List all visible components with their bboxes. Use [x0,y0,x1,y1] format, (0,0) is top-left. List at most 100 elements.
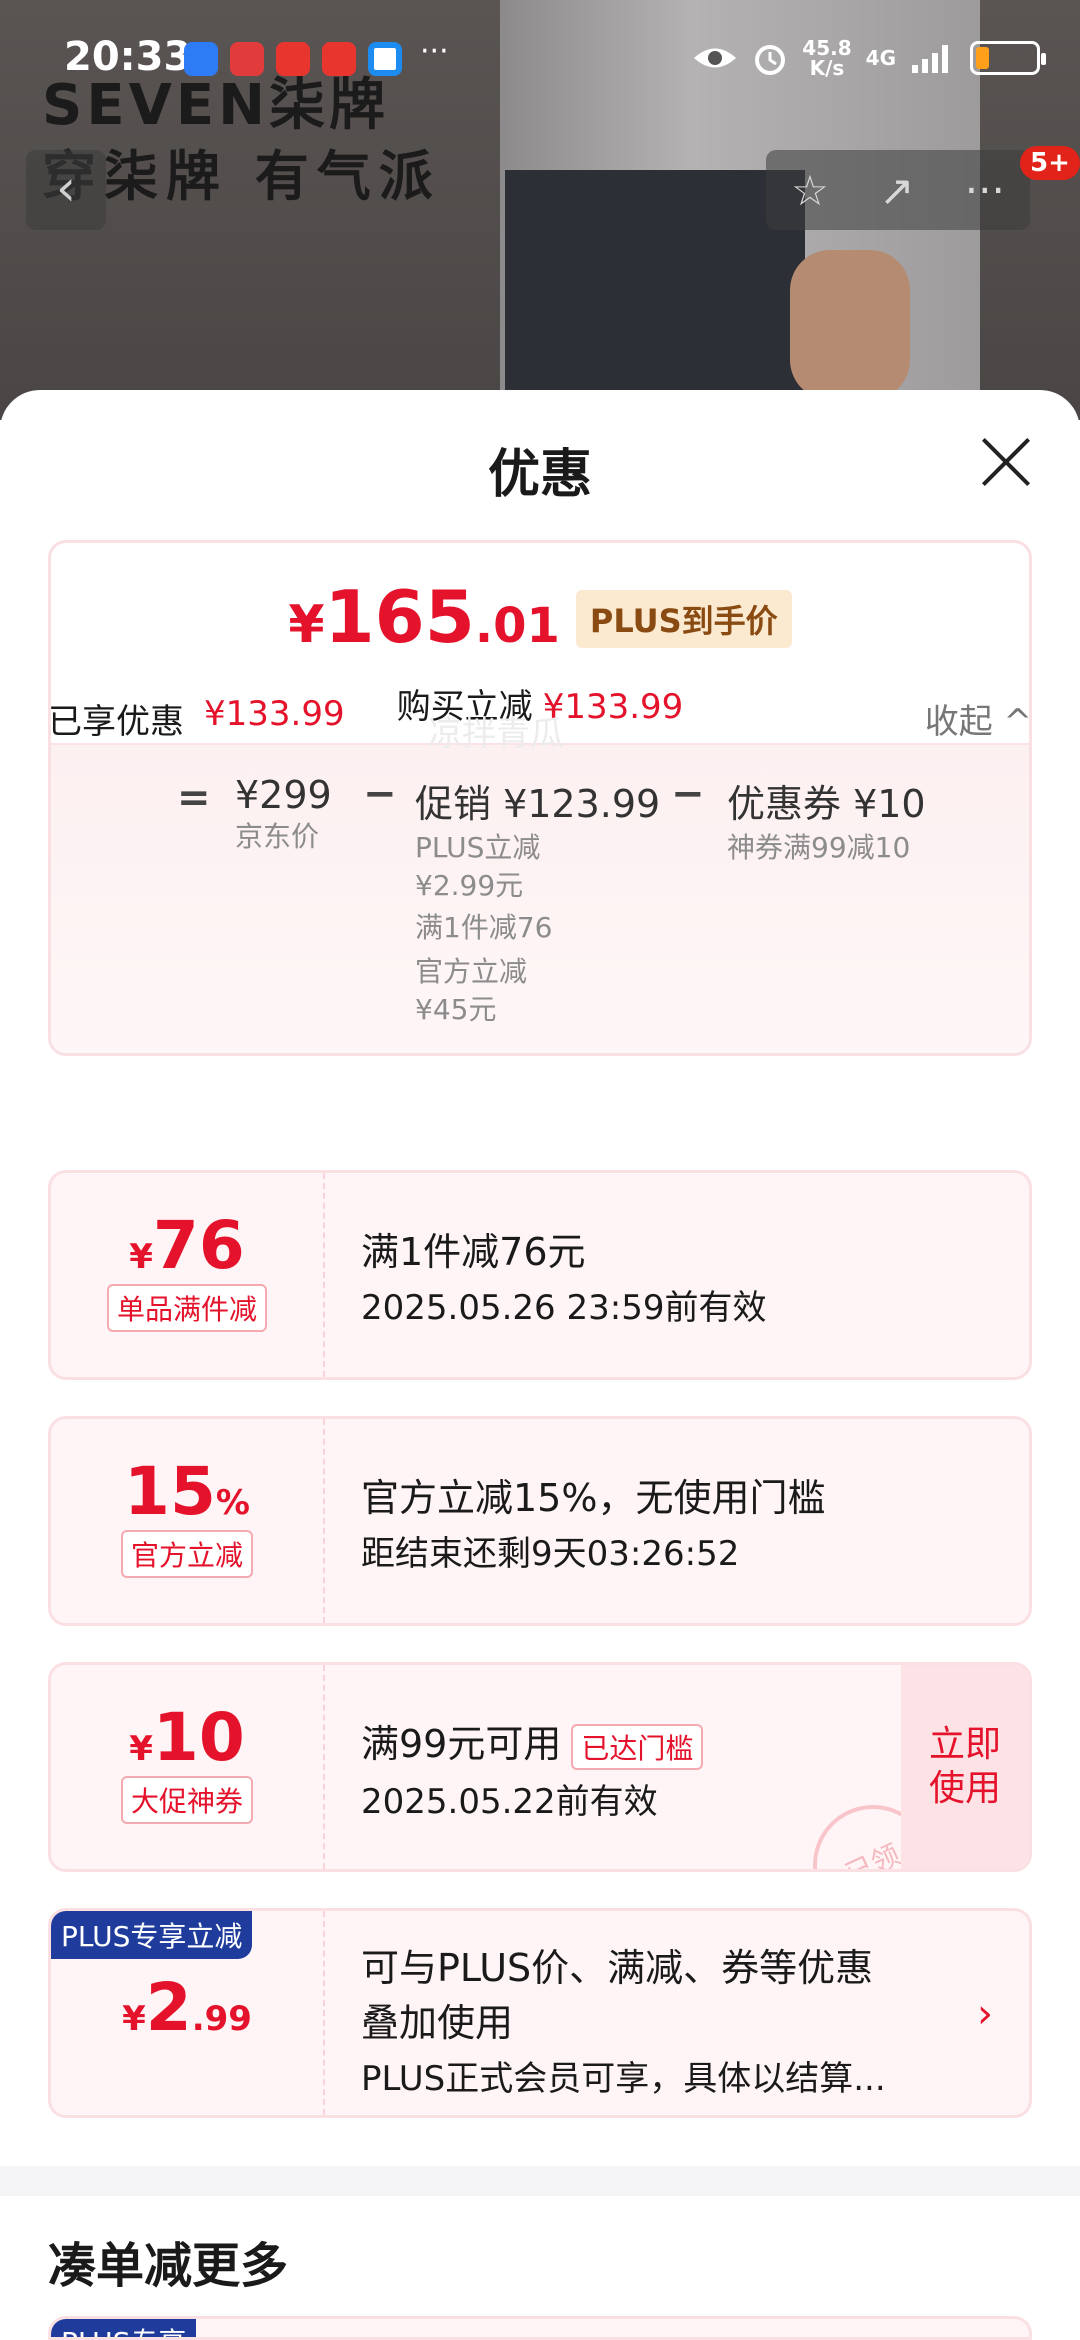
amount-currency: ¥ [129,1237,153,1277]
amount-decimal: .99 [191,1999,252,2039]
card-title: 官方立减15%，无使用门槛 [361,1476,826,1520]
card-type-tag: 大促神券 [120,1776,253,1824]
battery-icon [970,41,1046,75]
jd-price-label: 京东价 [235,820,320,853]
message-badge: 5+ [1020,146,1080,180]
coupon-desc: 神券满99减10 [727,831,911,864]
card-subtitle: 2025.05.26 23:59前有效 [361,1288,767,1328]
section-separator [0,2166,1080,2196]
amount-currency: ¥ [122,1999,146,2039]
card-divider [323,1665,325,1869]
card-amount: ¥10 [51,1699,323,1776]
favorite-star-icon[interactable]: ☆ [791,166,829,215]
enjoyed-label: 已享优惠 [48,702,184,742]
coupon-condition: 满99元可用 [361,1722,562,1766]
notification-icons [184,42,402,76]
pants-graphic [505,170,805,420]
discount-card[interactable]: ¥76 单品满件减 满1件减76元 2025.05.26 23:59前有效 [48,1170,1032,1380]
amount-value: 10 [152,1699,245,1776]
top-action-group: ☆ ↗ ··· [766,150,1030,230]
promo-item: ¥2.99元 [415,869,524,902]
promo-item: ¥45元 [415,993,497,1026]
card-amount-area: 15% 官方立减 [51,1419,323,1623]
chevron-right-icon: › [977,1991,993,2037]
more-notifications-icon: ··· [420,34,449,69]
coupon-card: ¥10 大促神券 满99元可用 已达门槛 2025.05.22前有效 已领 立即 … [48,1662,1032,1872]
card-amount-area: ¥10 大促神券 [51,1665,323,1869]
card-title: 可与PLUS价、满减、券等优惠 [361,1946,874,1990]
final-price: ¥ 165 .01 PLUS到手价 [51,575,1029,659]
promo-item: 满1件减76 [415,911,553,944]
more-discount-card[interactable]: PLUS专享 [48,2316,1032,2340]
card-divider [323,1419,325,1623]
price-currency: ¥ [288,595,325,655]
minus-sign: − [363,771,397,817]
jd-price-block: ¥299 京东价 [235,773,332,857]
plus-discount-card[interactable]: PLUS专享立减 ¥2.99 可与PLUS价、满减、券等优惠 叠加使用 PLUS… [48,1908,1032,2118]
card-title: 满1件减76元 [361,1230,586,1274]
card-amount: 15% [51,1453,323,1530]
card-divider [323,1173,325,1377]
minus-sign: − [671,771,705,817]
amount-value: 76 [152,1207,245,1284]
amount-value: 15 [124,1453,216,1530]
card-details: 满99元可用 已达门槛 2025.05.22前有效 [361,1713,704,1823]
status-time: 20:33 [64,34,192,80]
promo-item: PLUS立减 [415,831,541,864]
hand-graphic [790,250,910,400]
plus-exclusive-corner: PLUS专享 [51,2319,197,2337]
coupon-total: 优惠券 ¥10 [727,782,926,826]
promo-total: 促销 ¥123.99 [415,782,661,826]
clock-app-icon [184,42,218,76]
discount-card[interactable]: 15% 官方立减 官方立减15%，无使用门槛 距结束还剩9天03:26:52 [48,1416,1032,1626]
card-amount: ¥2.99 [51,1969,323,2046]
price-summary-box: ¥ 165 .01 PLUS到手价 购买立减 ¥133.99 = ¥299 京东价… [48,540,1032,1056]
card-subtitle: 距结束还剩9天03:26:52 [361,1534,740,1574]
card-details: 可与PLUS价、满减、券等优惠 叠加使用 PLUS正式会员可享，具体以结算... [361,1937,886,2100]
red-app-icon [322,42,356,76]
amount-unit: % [215,1483,250,1523]
card-details: 满1件减76元 2025.05.26 23:59前有效 [361,1221,766,1329]
collapse-button[interactable]: 收起 ^ [925,694,1032,743]
coupon-block: 优惠券 ¥10 神券满99减10 [727,773,926,868]
card-amount: ¥76 [51,1207,323,1284]
threshold-met-tag: 已达门槛 [571,1723,704,1770]
eye-icon [694,48,737,68]
price-integer: 165 [324,575,475,659]
card-title: 满99元可用 已达门槛 [361,1713,704,1770]
watermark-text: 凉拌青瓜 [428,714,564,754]
card-amount-area: ¥76 单品满件减 [51,1173,323,1377]
alarm-icon [755,45,786,75]
card-type-tag: 官方立减 [120,1530,253,1578]
card-title-line2: 叠加使用 [361,2001,514,2045]
jd-price: ¥299 [235,773,332,817]
amount-currency: ¥ [129,1729,153,1769]
card-divider [323,1911,325,2115]
shield-app-icon [368,42,402,76]
signal-icon [912,45,948,73]
equals-sign: = [177,775,211,821]
amount-value: 2 [145,1969,192,2046]
share-icon[interactable]: ↗ [879,166,914,215]
back-button[interactable]: ‹ [26,150,106,230]
status-bar: 20:33 ··· 45.8 K/s 4G [0,28,1080,98]
card-amount-area: ¥2.99 [51,1911,323,2115]
card-details: 官方立减15%，无使用门槛 距结束还剩9天03:26:52 [361,1467,825,1575]
close-icon[interactable] [980,436,1032,488]
price-decimal: .01 [474,598,560,654]
network-speed: 45.8 K/s [802,36,852,80]
plus-price-tag: PLUS到手价 [575,590,792,648]
more-menu-icon[interactable]: ··· [965,166,1005,215]
status-right: 45.8 K/s 4G [692,36,1046,80]
use-now-button[interactable]: 立即 使用 [901,1665,1029,1869]
enjoyed-value: ¥133.99 [204,694,345,734]
card-subtitle: 2025.05.22前有效 [361,1781,658,1822]
promo-item: 官方立减 [415,955,528,988]
more-discounts-title: 凑单减更多 [48,2238,289,2294]
card-type-tag: 单品满件减 [106,1284,267,1332]
promo-block: 促销 ¥123.99 PLUS立减 ¥2.99元 满1件减76 官方立减 ¥45… [415,773,660,1028]
card-subtitle: PLUS正式会员可享，具体以结算... [361,2059,886,2099]
huawei-app-icon [230,42,264,76]
network-type: 4G [865,46,896,70]
sheet-title: 优惠 [487,445,592,505]
